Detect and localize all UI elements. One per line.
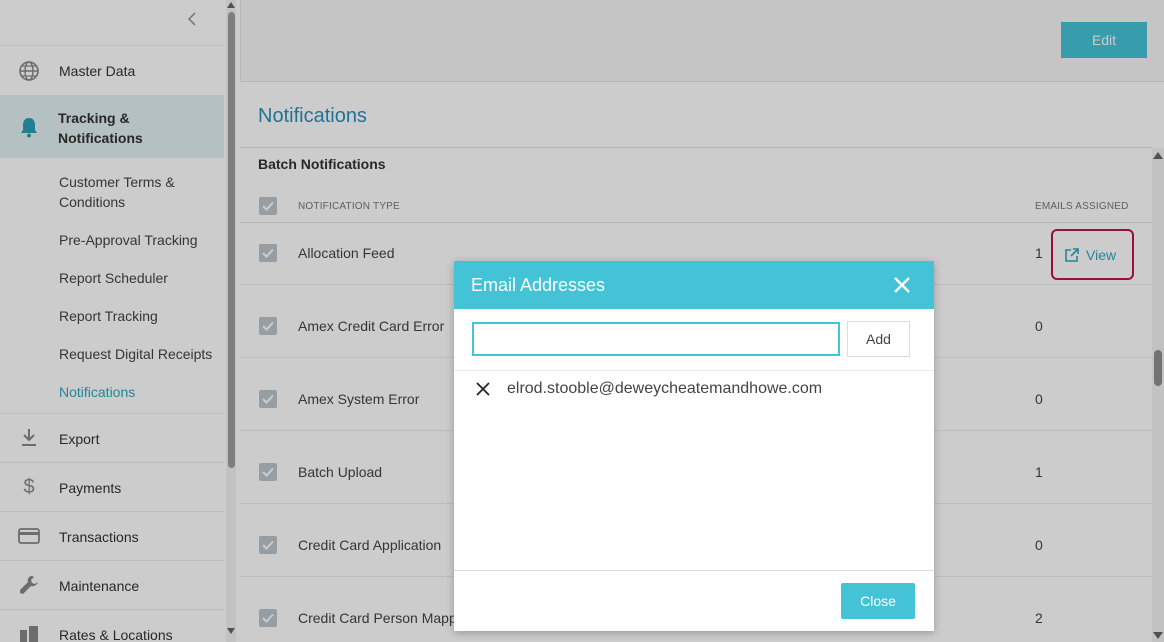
divider: [454, 370, 934, 371]
remove-email-icon[interactable]: [475, 381, 491, 397]
close-icon[interactable]: [892, 275, 912, 295]
add-email-button[interactable]: Add: [847, 321, 910, 357]
email-addresses-modal: Email Addresses Add elrod.stooble@deweyc…: [454, 261, 934, 631]
modal-header: Email Addresses: [454, 261, 934, 309]
email-input[interactable]: [472, 322, 840, 356]
close-button[interactable]: Close: [841, 583, 915, 619]
email-address-item: elrod.stooble@deweycheatemandhowe.com: [507, 380, 823, 397]
modal-title: Email Addresses: [471, 275, 606, 295]
divider: [454, 570, 934, 571]
